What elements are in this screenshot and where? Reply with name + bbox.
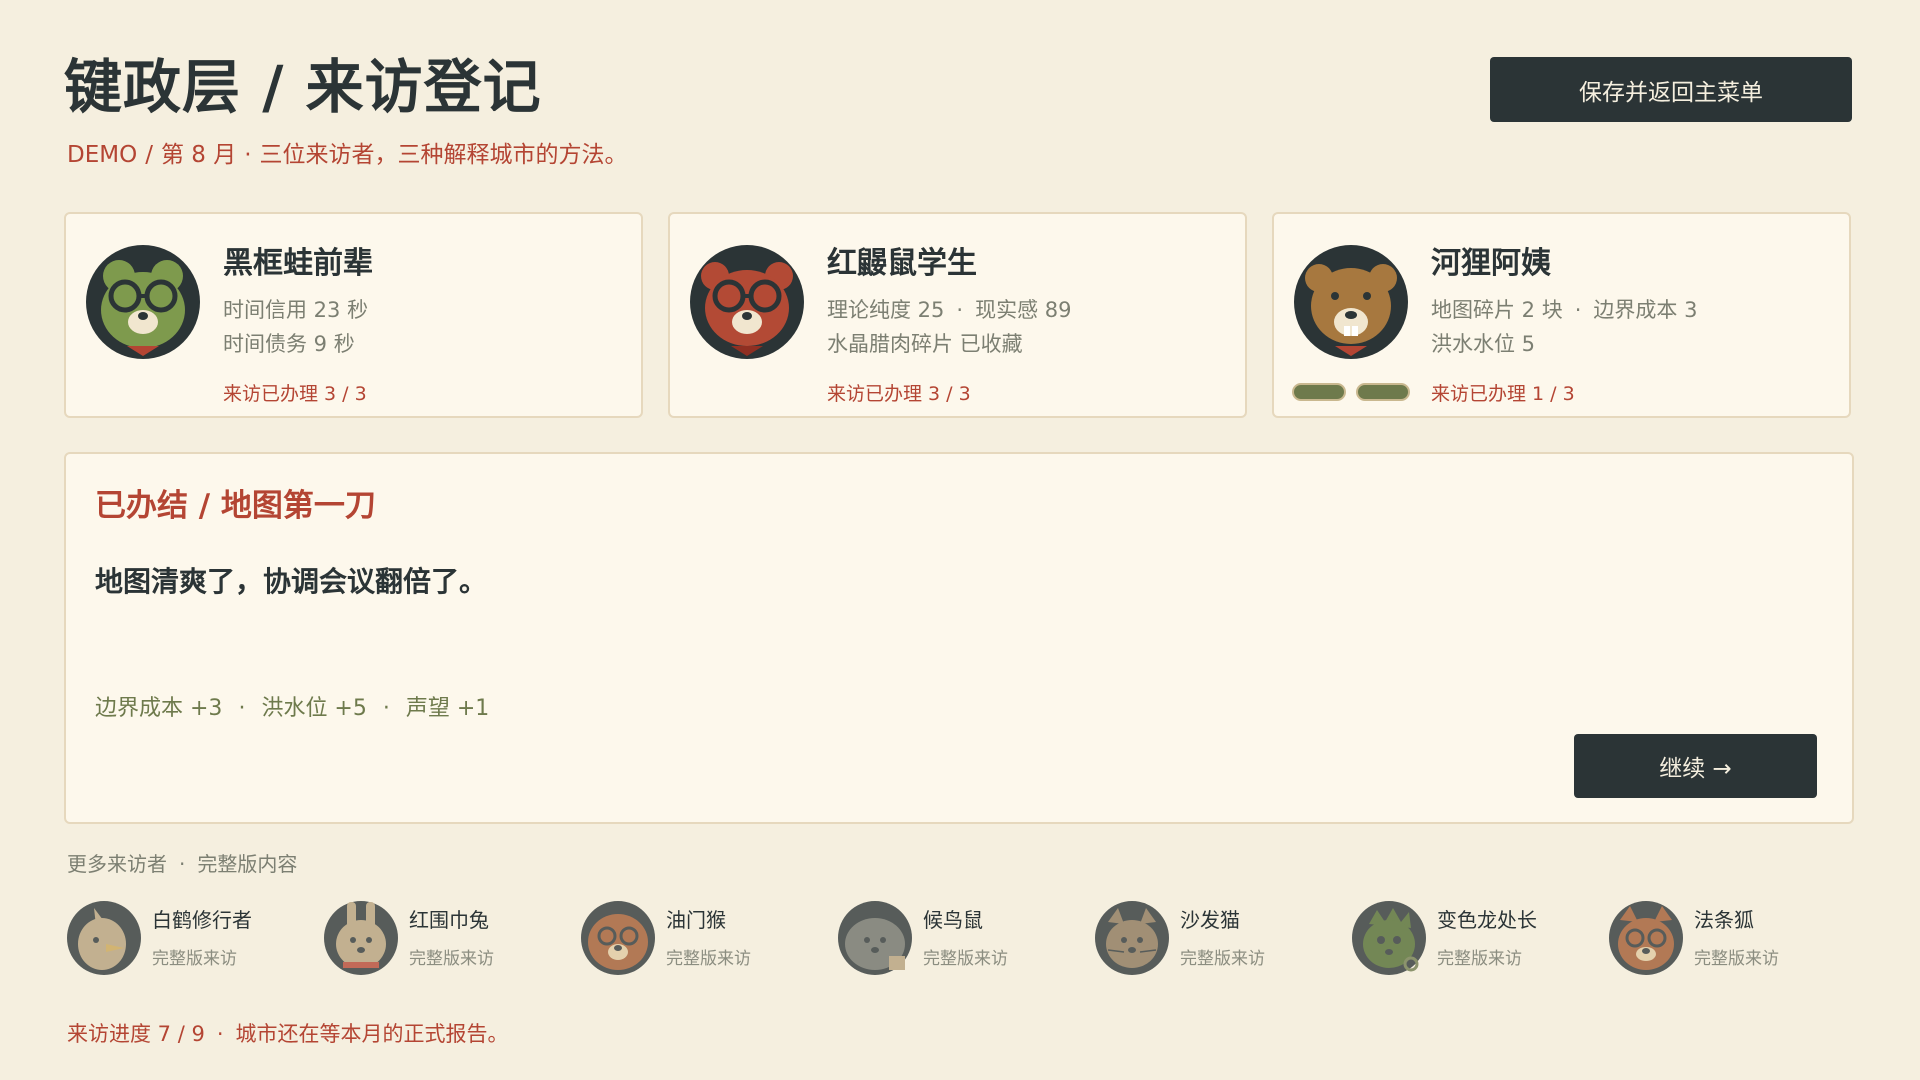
footer-message: 城市还在等本月的正式报告。: [235, 1022, 509, 1046]
locked-visitor-fox[interactable]: 法条狐 完整版来访: [1608, 900, 1858, 980]
visit-progress: 来访已办理 1 / 3: [1431, 383, 1575, 405]
locked-visitor-monkey[interactable]: 油门猴 完整版来访: [580, 900, 830, 980]
page-subtitle: DEMO / 第 8 月 · 三位来访者，三种解释城市的方法。: [67, 142, 628, 168]
cat-avatar-icon: [1095, 901, 1169, 975]
footer-status: 来访进度 7 / 9 · 城市还在等本月的正式报告。: [67, 1022, 509, 1046]
time-debt-stat: 时间债务 9 秒: [223, 332, 355, 356]
fox-avatar-icon: [1609, 901, 1683, 975]
frog-avatar-icon: [86, 245, 200, 359]
visitor-card-mole[interactable]: 红鼹鼠学生 理论纯度 25 · 现实感 89 水晶腊肉碎片 已收藏 来访已办理 3 …: [668, 212, 1247, 418]
collected-item: 水晶腊肉碎片 已收藏: [827, 332, 1023, 356]
result-description: 地图清爽了，协调会议翻倍了。: [95, 565, 488, 598]
visit-progress: 来访已办理 3 / 3: [827, 383, 971, 405]
time-credit-stat: 时间信用 23 秒: [223, 298, 369, 322]
effect-item: 边界成本 +3: [95, 696, 223, 721]
locked-visitor-rabbit[interactable]: 红围巾兔 完整版来访: [323, 900, 573, 980]
locked-visitor-mouse[interactable]: 候鸟鼠 完整版来访: [837, 900, 1087, 980]
visitor-name: 红鼹鼠学生: [827, 246, 977, 281]
locked-visitor-chameleon[interactable]: 变色龙处长 完整版来访: [1351, 900, 1601, 980]
visitor-name: 河狸阿姨: [1431, 246, 1551, 281]
result-effects: 边界成本 +3 · 洪水位 +5 · 声望 +1: [95, 696, 490, 721]
visitor-card-frog[interactable]: 黑框蛙前辈 时间信用 23 秒 时间债务 9 秒 来访已办理 3 / 3: [64, 212, 643, 418]
visit-progress: 来访已办理 3 / 3: [223, 383, 367, 405]
crane-avatar-icon: [67, 901, 141, 975]
locked-visitor-crane[interactable]: 白鹤修行者 完整版来访: [66, 900, 316, 980]
rabbit-avatar-icon: [324, 901, 398, 975]
level-pill: [1292, 383, 1346, 401]
visitor-name: 黑框蛙前辈: [223, 246, 373, 281]
locked-visitors-list: 白鹤修行者 完整版来访 红围巾兔 完整版来访 油门猴 完整版来访 候鸟鼠 完整版…: [66, 900, 1866, 980]
chameleon-avatar-icon: [1352, 901, 1426, 975]
effect-item: 洪水位 +5: [261, 696, 367, 721]
level-pill: [1356, 383, 1410, 401]
visitor-card-beaver[interactable]: 河狸阿姨 地图碎片 2 块 · 边界成本 3 洪水水位 5 来访已办理 1 / 3: [1272, 212, 1851, 418]
flood-level-pills: [1292, 383, 1410, 401]
more-visitors-label: 更多来访者 · 完整版内容: [67, 852, 298, 876]
page-title: 键政层 / 来访登记: [64, 53, 542, 121]
visit-progress-total: 来访进度 7 / 9: [67, 1022, 205, 1046]
flood-level-stat: 洪水水位 5: [1431, 332, 1536, 356]
theory-purity-stat: 理论纯度 25 · 现实感 89: [827, 298, 1072, 322]
month-label: 第 8 月: [160, 142, 237, 168]
continue-button[interactable]: 继续 →: [1574, 734, 1817, 798]
subtitle-text: 三位来访者，三种解释城市的方法。: [259, 142, 628, 168]
result-panel: 已办结 / 地图第一刀 地图清爽了，协调会议翻倍了。 边界成本 +3 · 洪水位 +…: [64, 452, 1854, 824]
save-and-return-button[interactable]: 保存并返回主菜单: [1490, 57, 1852, 122]
demo-label: DEMO: [67, 142, 138, 168]
monkey-avatar-icon: [581, 901, 655, 975]
result-title: 已办结 / 地图第一刀: [95, 488, 376, 524]
mole-avatar-icon: [690, 245, 804, 359]
mouse-avatar-icon: [838, 901, 912, 975]
beaver-avatar-icon: [1294, 245, 1408, 359]
effect-item: 声望 +1: [405, 696, 490, 721]
locked-visitor-cat[interactable]: 沙发猫 完整版来访: [1094, 900, 1344, 980]
map-fragment-stat: 地图碎片 2 块 · 边界成本 3: [1431, 298, 1698, 322]
